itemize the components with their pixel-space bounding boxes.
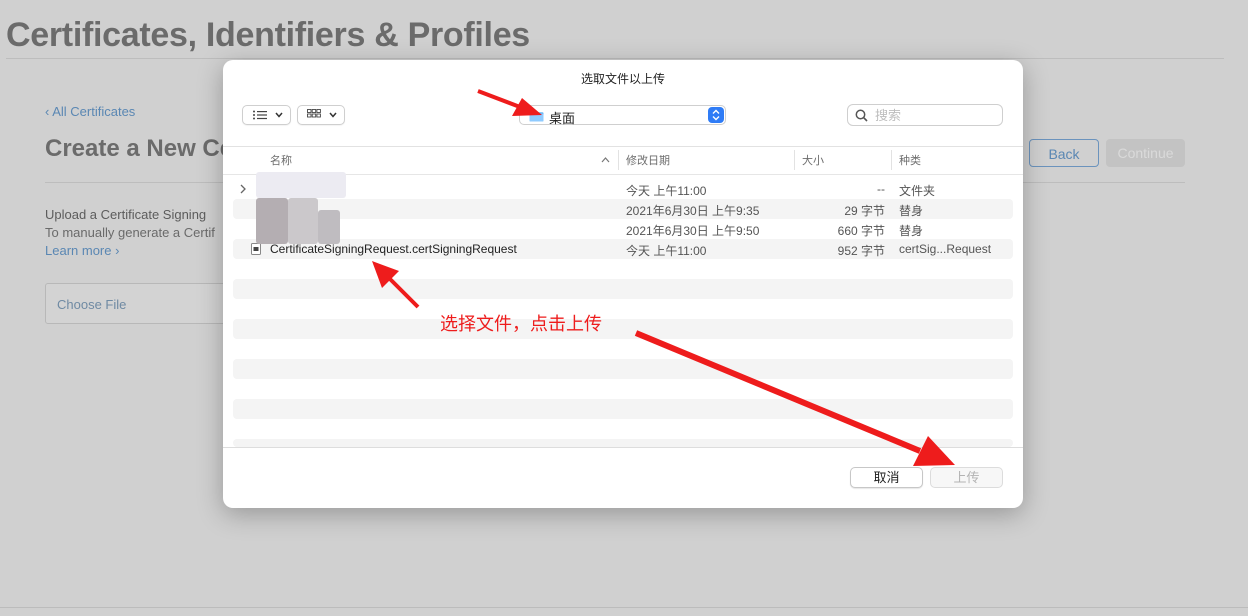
- location-popup[interactable]: 桌面: [519, 105, 726, 126]
- choose-file-field[interactable]: Choose File: [45, 283, 245, 324]
- column-header-name[interactable]: 名称: [270, 152, 292, 168]
- cancel-button[interactable]: 取消: [850, 467, 923, 488]
- up-down-chevron-icon: [712, 109, 720, 121]
- file-kind: 替身: [899, 204, 924, 218]
- file-size: 29 字节: [844, 204, 885, 218]
- file-row[interactable]: 2021年6月30日 上午9:35 29 字节 替身: [233, 199, 1013, 219]
- column-separator: [794, 150, 795, 170]
- search-field[interactable]: [847, 104, 1003, 126]
- location-stepper[interactable]: [708, 107, 724, 123]
- file-size: --: [877, 182, 885, 196]
- file-row[interactable]: 2021年6月30日 上午9:50 660 字节 替身: [233, 219, 1013, 239]
- desktop-folder-icon: [529, 111, 544, 122]
- learn-more-link[interactable]: Learn more ›: [45, 243, 119, 258]
- file-date: 今天 上午11:00: [626, 244, 707, 258]
- file-date: 2021年6月30日 上午9:35: [626, 204, 760, 218]
- header-divider: [223, 146, 1023, 147]
- file-date: 今天 上午11:00: [626, 184, 707, 198]
- column-header-modified[interactable]: 修改日期: [626, 152, 670, 168]
- annotation-text: 选择文件，点击上传: [440, 314, 602, 334]
- empty-row: [233, 439, 1013, 447]
- list-icon: [253, 110, 267, 120]
- redacted-filename: [288, 198, 318, 244]
- upload-heading: Upload a Certificate Signing: [45, 207, 207, 222]
- column-header-kind[interactable]: 种类: [899, 152, 921, 168]
- chevron-down-icon: [275, 112, 283, 118]
- footer-divider: [0, 607, 1248, 608]
- file-row[interactable]: CertificateSigningRequest.certSigningReq…: [233, 239, 1013, 259]
- back-button[interactable]: Back: [1029, 139, 1099, 167]
- footer-divider: [223, 447, 1023, 448]
- redacted-filename: [318, 210, 340, 244]
- search-icon: [855, 109, 868, 122]
- all-certificates-link[interactable]: ‹ All Certificates: [45, 104, 135, 119]
- dialog-title: 选取文件以上传: [580, 72, 665, 86]
- file-picker-dialog: 选取文件以上传 桌面 搜索 名称 修改日期 大小 种类 今天 上午11:00 -…: [223, 60, 1023, 508]
- page-title: Certificates, Identifiers & Profiles: [6, 16, 530, 54]
- file-name: CertificateSigningRequest.certSigningReq…: [270, 242, 517, 256]
- continue-button[interactable]: Continue: [1106, 139, 1185, 167]
- column-separator: [618, 150, 619, 170]
- file-row[interactable]: 今天 上午11:00 -- 文件夹: [233, 179, 1013, 199]
- redacted-filename: [256, 172, 346, 198]
- search-input[interactable]: [875, 107, 995, 123]
- choose-file-label: Choose File: [57, 297, 127, 312]
- page-subtitle: Create a New Ce: [45, 135, 234, 162]
- list-view-button[interactable]: [242, 105, 291, 125]
- file-date: 2021年6月30日 上午9:50: [626, 224, 760, 238]
- empty-row: [233, 359, 1013, 379]
- empty-row: [233, 279, 1013, 299]
- location-label: 桌面: [549, 111, 576, 126]
- file-kind: certSig...Request: [899, 242, 992, 256]
- file-kind: 替身: [899, 224, 924, 238]
- upload-description: To manually generate a Certif: [45, 225, 215, 240]
- column-separator: [891, 150, 892, 170]
- file-size: 660 字节: [837, 224, 885, 238]
- file-size: 952 字节: [837, 244, 885, 258]
- upload-button[interactable]: 上传: [930, 467, 1003, 488]
- file-kind: 文件夹: [899, 184, 936, 198]
- empty-row: [233, 319, 1013, 339]
- grid-icon: [307, 109, 321, 118]
- empty-row: [233, 399, 1013, 419]
- grid-view-button[interactable]: [297, 105, 345, 125]
- disclosure-triangle-icon[interactable]: [240, 184, 246, 194]
- chevron-down-icon: [329, 112, 337, 118]
- document-icon: [251, 243, 261, 255]
- sort-ascending-icon[interactable]: [601, 157, 610, 163]
- column-header-size[interactable]: 大小: [802, 152, 824, 168]
- redacted-filename: [256, 198, 288, 244]
- title-divider: [6, 58, 1224, 59]
